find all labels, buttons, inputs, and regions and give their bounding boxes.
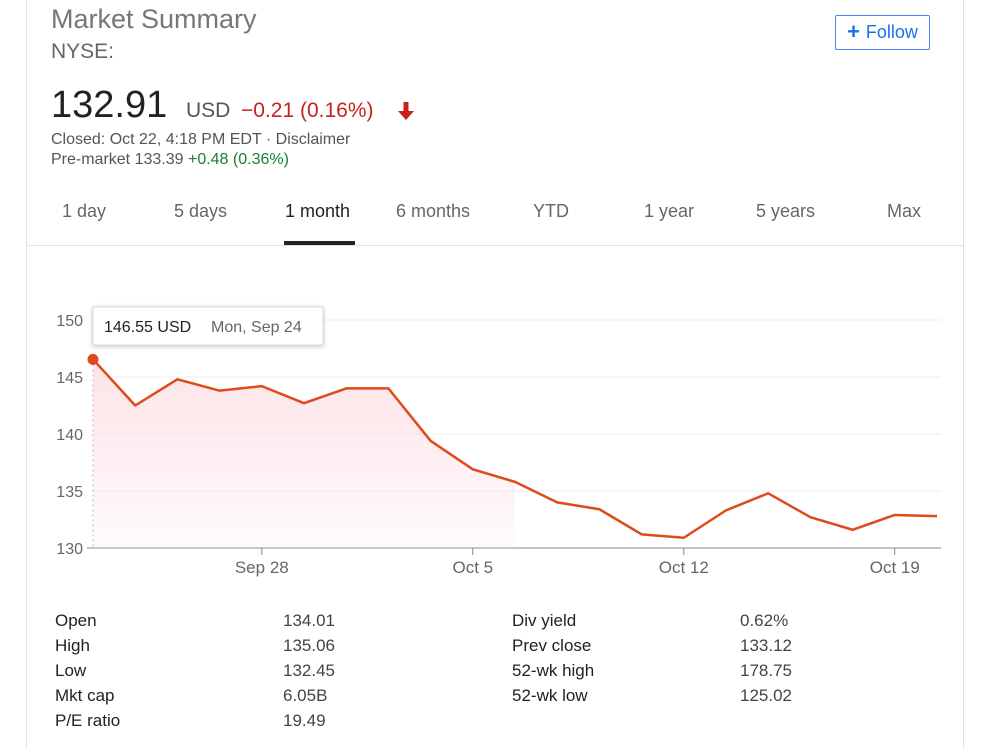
data-point [132, 403, 138, 409]
hover-point [87, 353, 99, 365]
data-point [765, 490, 771, 496]
tab-6-months[interactable]: 6 months [396, 201, 470, 222]
tab-1-month[interactable]: 1 month [285, 201, 350, 222]
arrow-down-icon [398, 102, 414, 120]
data-point [639, 531, 645, 537]
data-point [217, 388, 223, 394]
data-point [343, 385, 349, 391]
premarket-change: +0.48 (0.36%) [187, 151, 289, 168]
stat-value: 133.12 [740, 636, 792, 655]
stat-label: High [55, 636, 90, 655]
data-point [850, 527, 856, 533]
data-point [596, 506, 602, 512]
stat-label: P/E ratio [55, 711, 121, 730]
y-tick-label: 150 [56, 313, 83, 330]
y-tick-label: 145 [56, 370, 83, 387]
follow-label: Follow [865, 22, 918, 42]
tab-5-years[interactable]: 5 years [756, 201, 815, 222]
stat-value: 6.05B [283, 686, 328, 705]
stat-label: 52-wk high [512, 661, 595, 680]
stat-label: Low [55, 661, 87, 680]
follow-button[interactable]: + Follow [835, 15, 930, 50]
stat-label: Mkt cap [55, 686, 115, 705]
current-price: 132.91 [51, 84, 168, 126]
stat-value: 125.02 [740, 686, 792, 705]
chart-tooltip: 146.55 USD Mon, Sep 24 [92, 306, 324, 346]
exchange-label: NYSE: [51, 40, 115, 63]
stat-value: 19.49 [283, 711, 326, 730]
time-range-tabs: 1 day 5 days 1 month 6 months YTD 1 year… [26, 190, 964, 246]
active-tab-indicator [284, 241, 355, 245]
stat-label: Open [55, 611, 97, 630]
closed-status: Closed: Oct 22, 4:18 PM EDT · Disclaimer [51, 131, 351, 148]
stat-value: 178.75 [740, 661, 792, 680]
price-change: −0.21 (0.16%) [241, 99, 374, 122]
stat-value: 132.45 [283, 661, 335, 680]
x-tick-label: Sep 28 [235, 558, 289, 577]
data-point [681, 535, 687, 541]
price-chart[interactable]: 130 135 140 145 150 Sep 28 Oct 5 Oct 12 Oct 19 14… [0, 280, 983, 590]
x-tick-label: Oct 5 [452, 558, 493, 577]
stat-value: 134.01 [283, 611, 335, 630]
premarket-line: Pre-market 133.39 +0.48 (0.36%) [51, 151, 289, 169]
y-tick-label: 130 [56, 541, 83, 558]
data-point [512, 479, 518, 485]
data-point [554, 499, 560, 505]
data-point [470, 466, 476, 472]
page-title: Market Summary [51, 4, 257, 34]
y-tick-label: 140 [56, 427, 83, 444]
data-point [934, 513, 940, 519]
currency-label: USD [186, 99, 231, 122]
tab-max[interactable]: Max [887, 201, 921, 222]
x-tick-label: Oct 19 [870, 558, 920, 577]
tooltip-value: 146.55 USD [104, 319, 191, 336]
tab-5-days[interactable]: 5 days [174, 201, 227, 222]
stat-label: Div yield [512, 611, 577, 630]
premarket-label: Pre-market [51, 151, 131, 168]
data-point [385, 385, 391, 391]
tab-ytd[interactable]: YTD [533, 201, 569, 222]
tab-1-year[interactable]: 1 year [644, 201, 694, 222]
stat-label: Prev close [512, 636, 592, 655]
data-point [723, 507, 729, 513]
data-point [807, 514, 813, 520]
tooltip-date: Mon, Sep 24 [211, 319, 302, 336]
data-point [428, 438, 434, 444]
x-tick-label: Oct 12 [659, 558, 709, 577]
data-point [259, 383, 265, 389]
data-point [892, 512, 898, 518]
stat-value: 0.62% [740, 611, 789, 630]
stat-label: 52-wk low [512, 686, 588, 705]
premarket-price: 133.39 [134, 151, 184, 168]
data-point [301, 400, 307, 406]
stat-value: 135.06 [283, 636, 335, 655]
y-tick-label: 135 [56, 484, 83, 501]
data-point [174, 376, 180, 382]
plus-icon: + [847, 18, 860, 44]
tab-1-day[interactable]: 1 day [62, 201, 106, 222]
